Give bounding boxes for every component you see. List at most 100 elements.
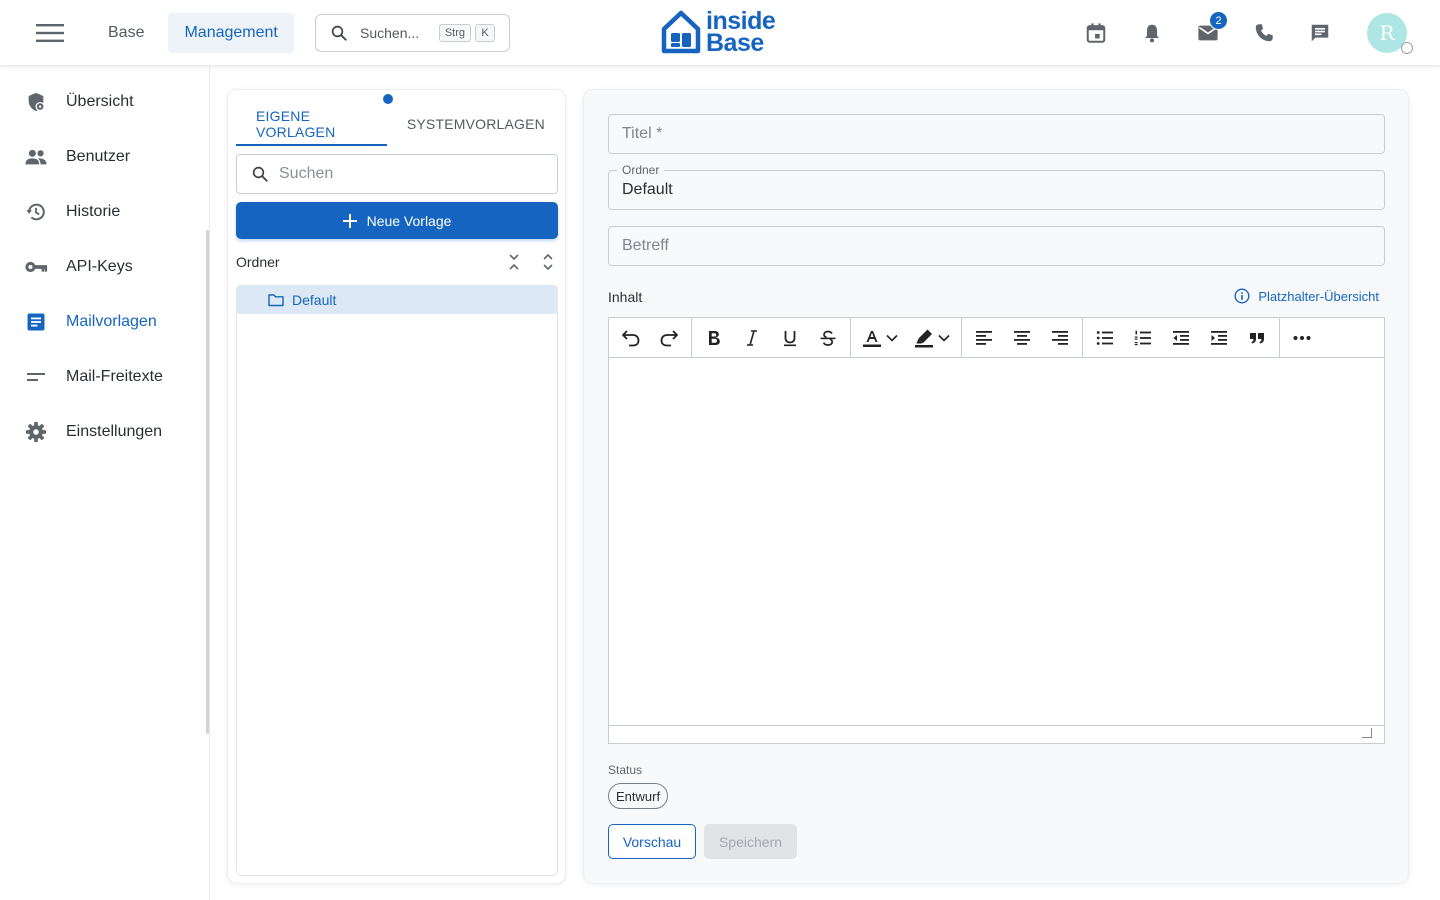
sidebar-item-historie[interactable]: Historie [0, 184, 209, 239]
numbered-list-icon [1134, 330, 1152, 346]
bold-icon [706, 329, 722, 347]
sidebar: Übersicht Benutzer Historie API-Keys Mai… [0, 66, 210, 900]
underline-button[interactable] [772, 322, 808, 354]
folder-item-default[interactable]: Default [236, 285, 558, 314]
calendar-icon [1085, 22, 1107, 44]
key-icon [24, 255, 48, 279]
collapse-all-button[interactable] [504, 252, 524, 272]
align-right-button[interactable] [1042, 322, 1078, 354]
shortcut-key: K [475, 24, 495, 42]
collapse-all-icon [507, 253, 521, 271]
outdent-button[interactable] [1163, 322, 1199, 354]
bell-icon [1141, 22, 1163, 44]
align-left-icon [975, 330, 993, 346]
blockquote-button[interactable] [1239, 322, 1275, 354]
menu-button[interactable] [30, 16, 70, 50]
user-avatar[interactable]: R [1367, 13, 1413, 54]
nav-management[interactable]: Management [168, 13, 294, 53]
sidebar-item-einstellungen[interactable]: Einstellungen [0, 404, 209, 459]
placeholder-overview-label: Platzhalter-Übersicht [1258, 288, 1379, 304]
save-button[interactable]: Speichern [704, 824, 797, 859]
shortcut-mod-key: Strg [438, 24, 471, 42]
subject-input[interactable]: Betreff [608, 226, 1385, 266]
sidebar-item-mail-freitexte[interactable]: Mail-Freitexte [0, 349, 209, 404]
folder-select[interactable]: Ordner Default [608, 163, 1385, 210]
underline-icon [782, 329, 798, 347]
more-horizontal-icon [1293, 335, 1311, 341]
tab-indicator-dot [381, 92, 395, 106]
global-search[interactable]: Suchen... Strg K [315, 14, 510, 52]
align-center-icon [1013, 330, 1031, 346]
text-color-dropdown[interactable] [855, 322, 905, 354]
redo-button[interactable] [651, 322, 687, 354]
sidebar-item-label: Einstellungen [66, 422, 163, 440]
editor-content-area[interactable] [609, 358, 1384, 726]
plus-icon [342, 213, 357, 228]
tab-systemvorlagen[interactable]: SYSTEMVORLAGEN [387, 102, 565, 146]
redo-icon [659, 329, 679, 347]
inside-base-logo[interactable]: inside Base [660, 9, 776, 56]
history-icon [24, 200, 48, 224]
folder-header-label: Ordner [236, 254, 280, 270]
nav-base[interactable]: Base [92, 13, 160, 53]
bullet-list-button[interactable] [1087, 322, 1123, 354]
content-label: Inhalt [608, 289, 643, 305]
italic-button[interactable] [734, 322, 770, 354]
chevron-down-icon [938, 334, 950, 342]
phone-icon [1253, 22, 1275, 44]
align-left-button[interactable] [966, 322, 1002, 354]
info-icon [1234, 288, 1250, 304]
folder-tree: Default [236, 285, 558, 876]
title-input[interactable]: Titel * [608, 114, 1385, 154]
mail-button[interactable]: 2 [1192, 11, 1228, 48]
new-template-label: Neue Vorlage [366, 212, 452, 229]
indent-button[interactable] [1201, 322, 1237, 354]
chevron-down-icon [886, 334, 898, 342]
folder-item-label: Default [292, 291, 337, 308]
preview-button[interactable]: Vorschau [608, 824, 696, 859]
notifications-button[interactable] [1136, 18, 1168, 48]
expand-all-icon [541, 253, 555, 271]
templates-panel: EIGENE VORLAGEN SYSTEMVORLAGEN Suchen Ne… [227, 89, 566, 884]
template-search-input[interactable]: Suchen [236, 154, 558, 194]
sidebar-scrollbar[interactable] [206, 230, 209, 734]
gear-icon [24, 420, 48, 444]
rich-text-editor [608, 317, 1385, 744]
search-icon [251, 165, 269, 183]
text-color-icon [862, 328, 882, 348]
phone-button[interactable] [1248, 18, 1280, 48]
calendar-button[interactable] [1080, 18, 1112, 48]
status-badge: Entwurf [608, 783, 669, 809]
numbered-list-button[interactable] [1125, 322, 1161, 354]
highlight-color-dropdown[interactable] [907, 322, 957, 354]
toolbar-group-align [962, 317, 1083, 358]
shield-gear-icon [24, 90, 48, 114]
undo-button[interactable] [613, 322, 649, 354]
more-options-button[interactable] [1284, 322, 1320, 354]
document-icon [24, 310, 48, 334]
status-label: Status [608, 763, 643, 777]
outdent-icon [1172, 330, 1190, 346]
toolbar-group-lists [1083, 317, 1280, 358]
tab-eigene-vorlagen[interactable]: EIGENE VORLAGEN [236, 102, 387, 146]
sidebar-item-uebersicht[interactable]: Übersicht [0, 74, 209, 129]
align-center-button[interactable] [1004, 322, 1040, 354]
sidebar-item-label: Historie [66, 202, 121, 220]
sidebar-item-label: Übersicht [66, 92, 134, 110]
subject-placeholder: Betreff [622, 237, 669, 254]
sidebar-item-api-keys[interactable]: API-Keys [0, 239, 209, 294]
template-editor-panel: Titel * Ordner Default Betreff Inhalt Pl… [583, 89, 1409, 884]
new-template-button[interactable]: Neue Vorlage [236, 202, 558, 239]
expand-all-button[interactable] [538, 252, 558, 272]
strikethrough-button[interactable] [810, 322, 846, 354]
sidebar-item-mailvorlagen[interactable]: Mailvorlagen [0, 294, 209, 349]
placeholder-overview-link[interactable]: Platzhalter-Übersicht [1234, 288, 1379, 304]
undo-icon [621, 329, 641, 347]
sidebar-item-label: Mail-Freitexte [66, 367, 163, 385]
sidebar-item-label: API-Keys [66, 257, 133, 275]
highlighter-icon [914, 328, 934, 348]
bold-button[interactable] [696, 322, 732, 354]
sidebar-item-benutzer[interactable]: Benutzer [0, 129, 209, 184]
chat-button[interactable] [1304, 18, 1336, 48]
resize-handle-icon[interactable] [1362, 728, 1372, 738]
